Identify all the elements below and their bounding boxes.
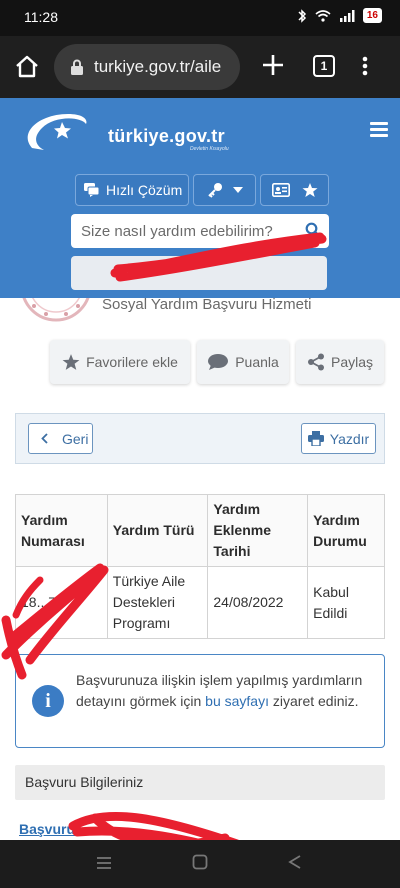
page-title: Sosyal Yardım Başvuru Hizmeti: [102, 298, 312, 313]
star-icon: [302, 183, 317, 197]
speech-bubble-icon: [208, 354, 229, 370]
more-menu-icon[interactable]: [362, 56, 368, 76]
search-icon[interactable]: [305, 222, 321, 238]
status-time: 11:28: [24, 9, 58, 25]
table-row: 18...79 Türkiye Aile Destekleri Programı…: [15, 566, 385, 639]
site-logo[interactable]: türkiye.gov.tr Devletin Kısayolu: [22, 106, 232, 156]
recents-icon[interactable]: [95, 854, 113, 872]
aid-type-cell: Türkiye Aile Destekleri Programı: [106, 566, 209, 639]
hamburger-menu-icon[interactable]: [370, 122, 388, 137]
info-text-after: ziyaret ediniz.: [269, 693, 359, 709]
battery-icon: 16: [362, 8, 382, 23]
chevron-down-icon: [232, 187, 243, 193]
share-icon: [307, 353, 324, 371]
tab-switcher-button[interactable]: 1: [313, 55, 335, 77]
browser-toolbar: turkiye.gov.tr/aile 1: [0, 36, 400, 98]
table-header-row: Yardım Numarası Yardım Türü Yardım Eklen…: [15, 494, 385, 567]
system-icons: 16: [297, 8, 382, 23]
lock-icon: [71, 59, 83, 75]
table-header: Yardım Eklenme Tarihi: [207, 494, 309, 567]
ministry-emblem-icon: [22, 298, 90, 322]
navigation-panel: Geri Yazdır: [15, 413, 385, 464]
aid-table: Yardım Numarası Yardım Türü Yardım Eklen…: [15, 494, 385, 639]
application-link[interactable]: Başvuru: [19, 821, 75, 837]
table-header: Yardım Durumu: [307, 494, 385, 567]
aid-number-cell: 18...79: [15, 566, 108, 639]
signal-icon: [339, 9, 355, 22]
info-link[interactable]: bu sayfayı: [205, 693, 269, 709]
table-header: Yardım Numarası: [15, 494, 108, 567]
share-button[interactable]: Paylaş: [296, 340, 384, 384]
address-bar[interactable]: turkiye.gov.tr/aile: [54, 44, 240, 90]
home-nav-icon[interactable]: [192, 854, 208, 870]
star-icon: [62, 354, 80, 370]
back-button[interactable]: Geri: [28, 423, 93, 454]
wifi-icon: [315, 9, 331, 22]
logo-text: türkiye.gov.tr: [108, 126, 225, 146]
key-icon: [207, 183, 222, 198]
site-header: türkiye.gov.tr Devletin Kısayolu Hızlı Ç…: [0, 98, 400, 298]
rate-button[interactable]: Puanla: [197, 340, 289, 384]
logo-tagline: Devletin Kısayolu: [190, 146, 229, 152]
printer-icon: [307, 431, 324, 446]
home-icon[interactable]: [14, 54, 40, 80]
print-button[interactable]: Yazdır: [301, 423, 376, 454]
search-box: [71, 214, 329, 248]
search-input[interactable]: [71, 214, 301, 248]
table-header: Yardım Türü: [106, 494, 209, 567]
aid-status-cell: Kabul Edildi: [307, 566, 385, 639]
search-submit-bar[interactable]: [71, 256, 327, 290]
info-text: Başvurunuza ilişkin işlem yapılmış yardı…: [76, 670, 376, 712]
rate-label: Puanla: [235, 354, 279, 370]
new-tab-icon[interactable]: [262, 54, 284, 76]
add-favorite-button[interactable]: Favorilere ekle: [50, 340, 190, 384]
logo-emblem-icon: [27, 114, 87, 150]
chevron-left-icon: [41, 433, 48, 444]
back-nav-icon[interactable]: [288, 854, 302, 870]
system-navigation-bar: [0, 840, 400, 888]
quick-solution-button[interactable]: Hızlı Çözüm: [75, 174, 189, 206]
chat-icon: [84, 183, 100, 197]
info-icon: i: [32, 685, 64, 717]
status-bar: 11:28 16: [0, 0, 400, 36]
id-card-icon: [271, 183, 290, 197]
back-label: Geri: [62, 430, 89, 447]
bluetooth-icon: [298, 8, 306, 23]
share-label: Paylaş: [330, 354, 374, 370]
aid-date-cell: 24/08/2022: [207, 566, 309, 639]
application-info-heading: Başvuru Bilgileriniz: [15, 765, 385, 800]
login-dropdown-button[interactable]: [193, 174, 256, 206]
url-text: turkiye.gov.tr/aile: [94, 57, 222, 76]
service-title-area: Sosyal Yardım Başvuru Hizmeti: [0, 298, 400, 338]
info-alert: i Başvurunuza ilişkin işlem yapılmış yar…: [15, 654, 385, 748]
print-label: Yazdır: [329, 430, 370, 447]
id-favorites-button[interactable]: [260, 174, 329, 206]
add-favorite-label: Favorilere ekle: [86, 354, 178, 370]
quick-solution-label: Hızlı Çözüm: [106, 182, 183, 198]
